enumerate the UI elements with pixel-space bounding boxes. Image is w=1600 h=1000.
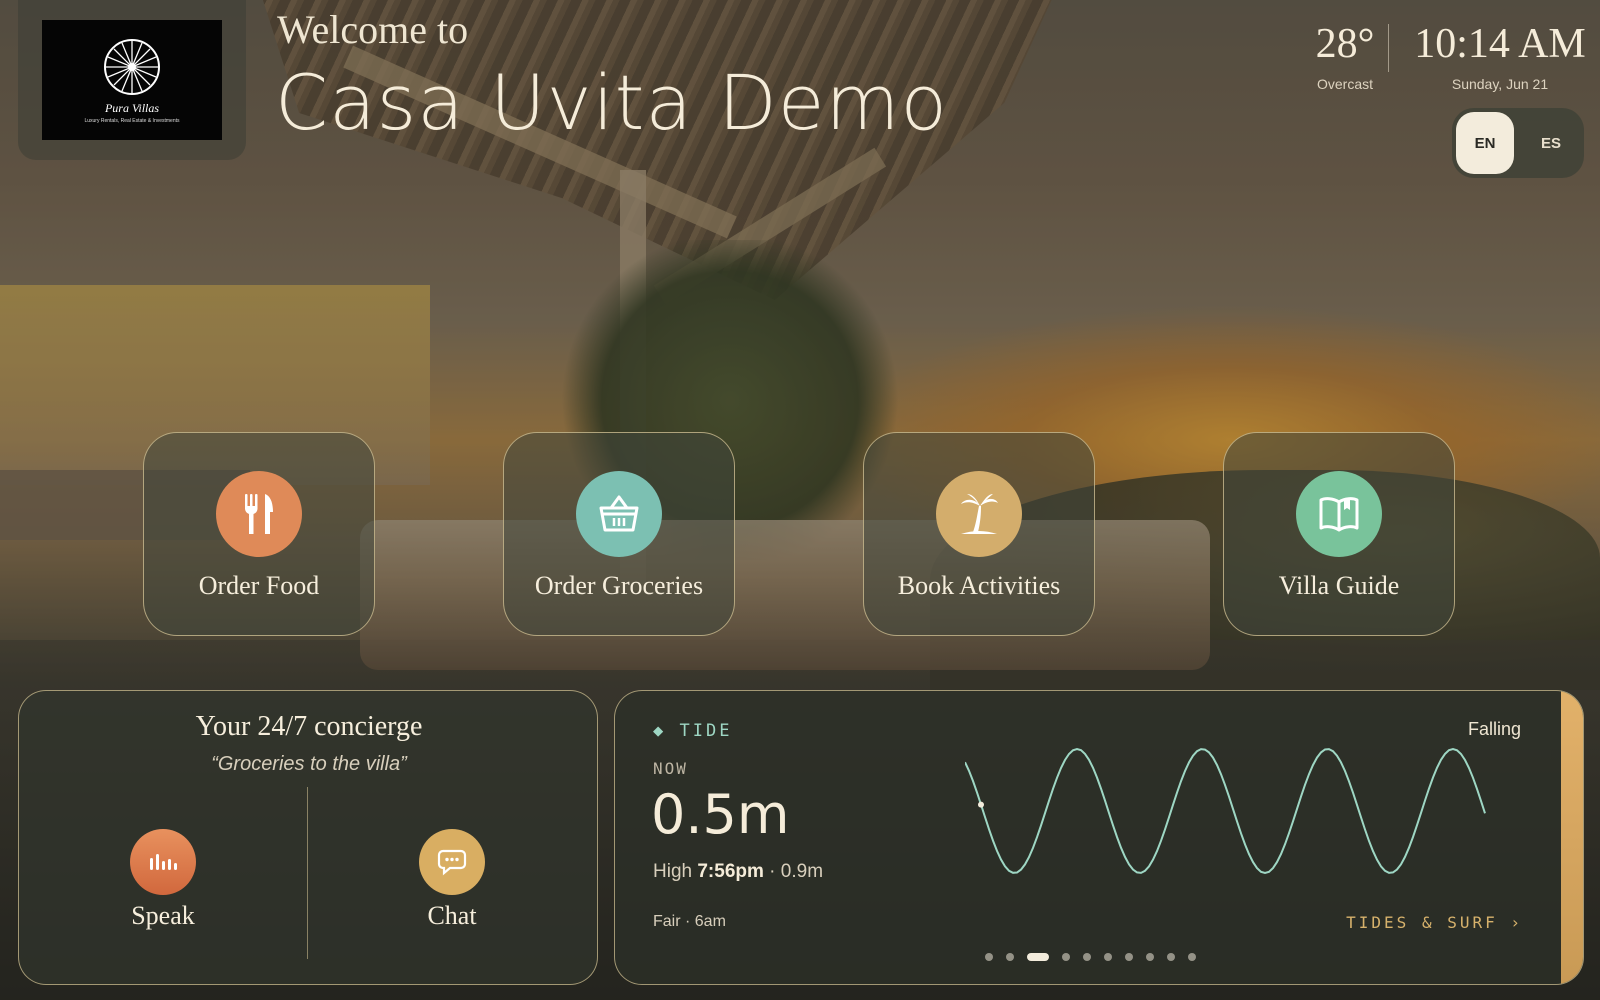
pagination-dot[interactable] xyxy=(1104,953,1112,961)
order-groceries-label: Order Groceries xyxy=(534,571,704,600)
tide-heading-label: TIDE xyxy=(679,721,733,741)
pagination-dot[interactable] xyxy=(1006,953,1014,961)
tide-next-high-height: · 0.9m xyxy=(769,861,824,882)
pagination-dots xyxy=(985,953,1196,961)
tide-heading: ◆ TIDE xyxy=(653,721,732,741)
tide-accent-strip xyxy=(1561,691,1583,984)
logo-tagline: Luxury Rentals, Real Estate & Investment… xyxy=(84,117,180,124)
clock-date: Sunday, Jun 21 xyxy=(1451,76,1549,92)
fork-knife-icon xyxy=(216,471,302,557)
villa-guide-label: Villa Guide xyxy=(1278,571,1400,600)
pagination-dot[interactable] xyxy=(1062,953,1070,961)
pagination-dot[interactable] xyxy=(1125,953,1133,961)
tide-next-high: High 7:56pm · 0.9m xyxy=(653,861,823,883)
book-activities-card[interactable]: Book Activities xyxy=(863,432,1095,636)
chat-button[interactable]: Chat xyxy=(382,829,522,931)
tide-widget[interactable]: ◆ TIDE Falling NOW 0.5m High 7:56pm · 0.… xyxy=(614,690,1584,985)
tide-wave-line xyxy=(965,747,1486,875)
order-groceries-card[interactable]: Order Groceries xyxy=(503,432,735,636)
logo-panel: Pura Villas Luxury Rentals, Real Estate … xyxy=(18,0,246,160)
logo: Pura Villas Luxury Rentals, Real Estate … xyxy=(42,20,222,140)
temperature: 28° xyxy=(1315,21,1375,67)
tide-conditions: Fair · 6am xyxy=(653,913,726,930)
tide-current-height: 0.5m xyxy=(651,783,790,846)
book-activities-label: Book Activities xyxy=(897,571,1061,600)
clock-time: 10:14 AM xyxy=(1414,21,1586,67)
pagination-dot[interactable] xyxy=(1188,953,1196,961)
chat-bubble-icon xyxy=(419,829,485,895)
sunburst-logo-icon xyxy=(104,38,160,95)
order-food-label: Order Food xyxy=(198,571,320,600)
basket-icon xyxy=(576,471,662,557)
pagination-dot[interactable] xyxy=(1083,953,1091,961)
language-switcher: EN ES xyxy=(1452,108,1584,178)
book-icon xyxy=(1296,471,1382,557)
concierge-panel: Your 24/7 concierge “Groceries to the vi… xyxy=(18,690,598,985)
palm-tree-icon xyxy=(936,471,1022,557)
logo-name: Pura Villas xyxy=(104,100,160,115)
order-food-card[interactable]: Order Food xyxy=(143,432,375,636)
tides-surf-link[interactable]: TIDES & SURF › xyxy=(1346,913,1523,932)
tide-wave-graph xyxy=(965,747,1486,875)
tide-now-label: NOW xyxy=(653,759,688,778)
concierge-quote: “Groceries to the villa” xyxy=(211,753,407,775)
tide-next-high-prefix: High xyxy=(653,861,693,882)
header-divider xyxy=(1388,24,1389,72)
pagination-dot[interactable] xyxy=(1167,953,1175,961)
diamond-icon: ◆ xyxy=(653,721,680,741)
villa-guide-card[interactable]: Villa Guide xyxy=(1223,432,1455,636)
welcome-text: Welcome to xyxy=(277,7,469,52)
speak-button[interactable]: Speak xyxy=(93,829,233,931)
concierge-divider xyxy=(307,787,308,959)
concierge-title: Your 24/7 concierge xyxy=(195,711,423,742)
villa-title: Casa Uvita Demo xyxy=(275,58,949,147)
tide-next-high-time: 7:56pm xyxy=(697,861,764,882)
pagination-dot[interactable] xyxy=(1146,953,1154,961)
language-en-button[interactable]: EN xyxy=(1456,112,1514,174)
weather-condition: Overcast xyxy=(1316,76,1373,92)
pagination-dot[interactable] xyxy=(985,953,993,961)
voice-bars-icon xyxy=(130,829,196,895)
language-es-button[interactable]: ES xyxy=(1522,112,1580,174)
tide-now-marker xyxy=(978,801,984,808)
speak-label: Speak xyxy=(131,901,195,930)
pagination-dot[interactable] xyxy=(1027,953,1049,961)
chat-label: Chat xyxy=(427,901,477,930)
